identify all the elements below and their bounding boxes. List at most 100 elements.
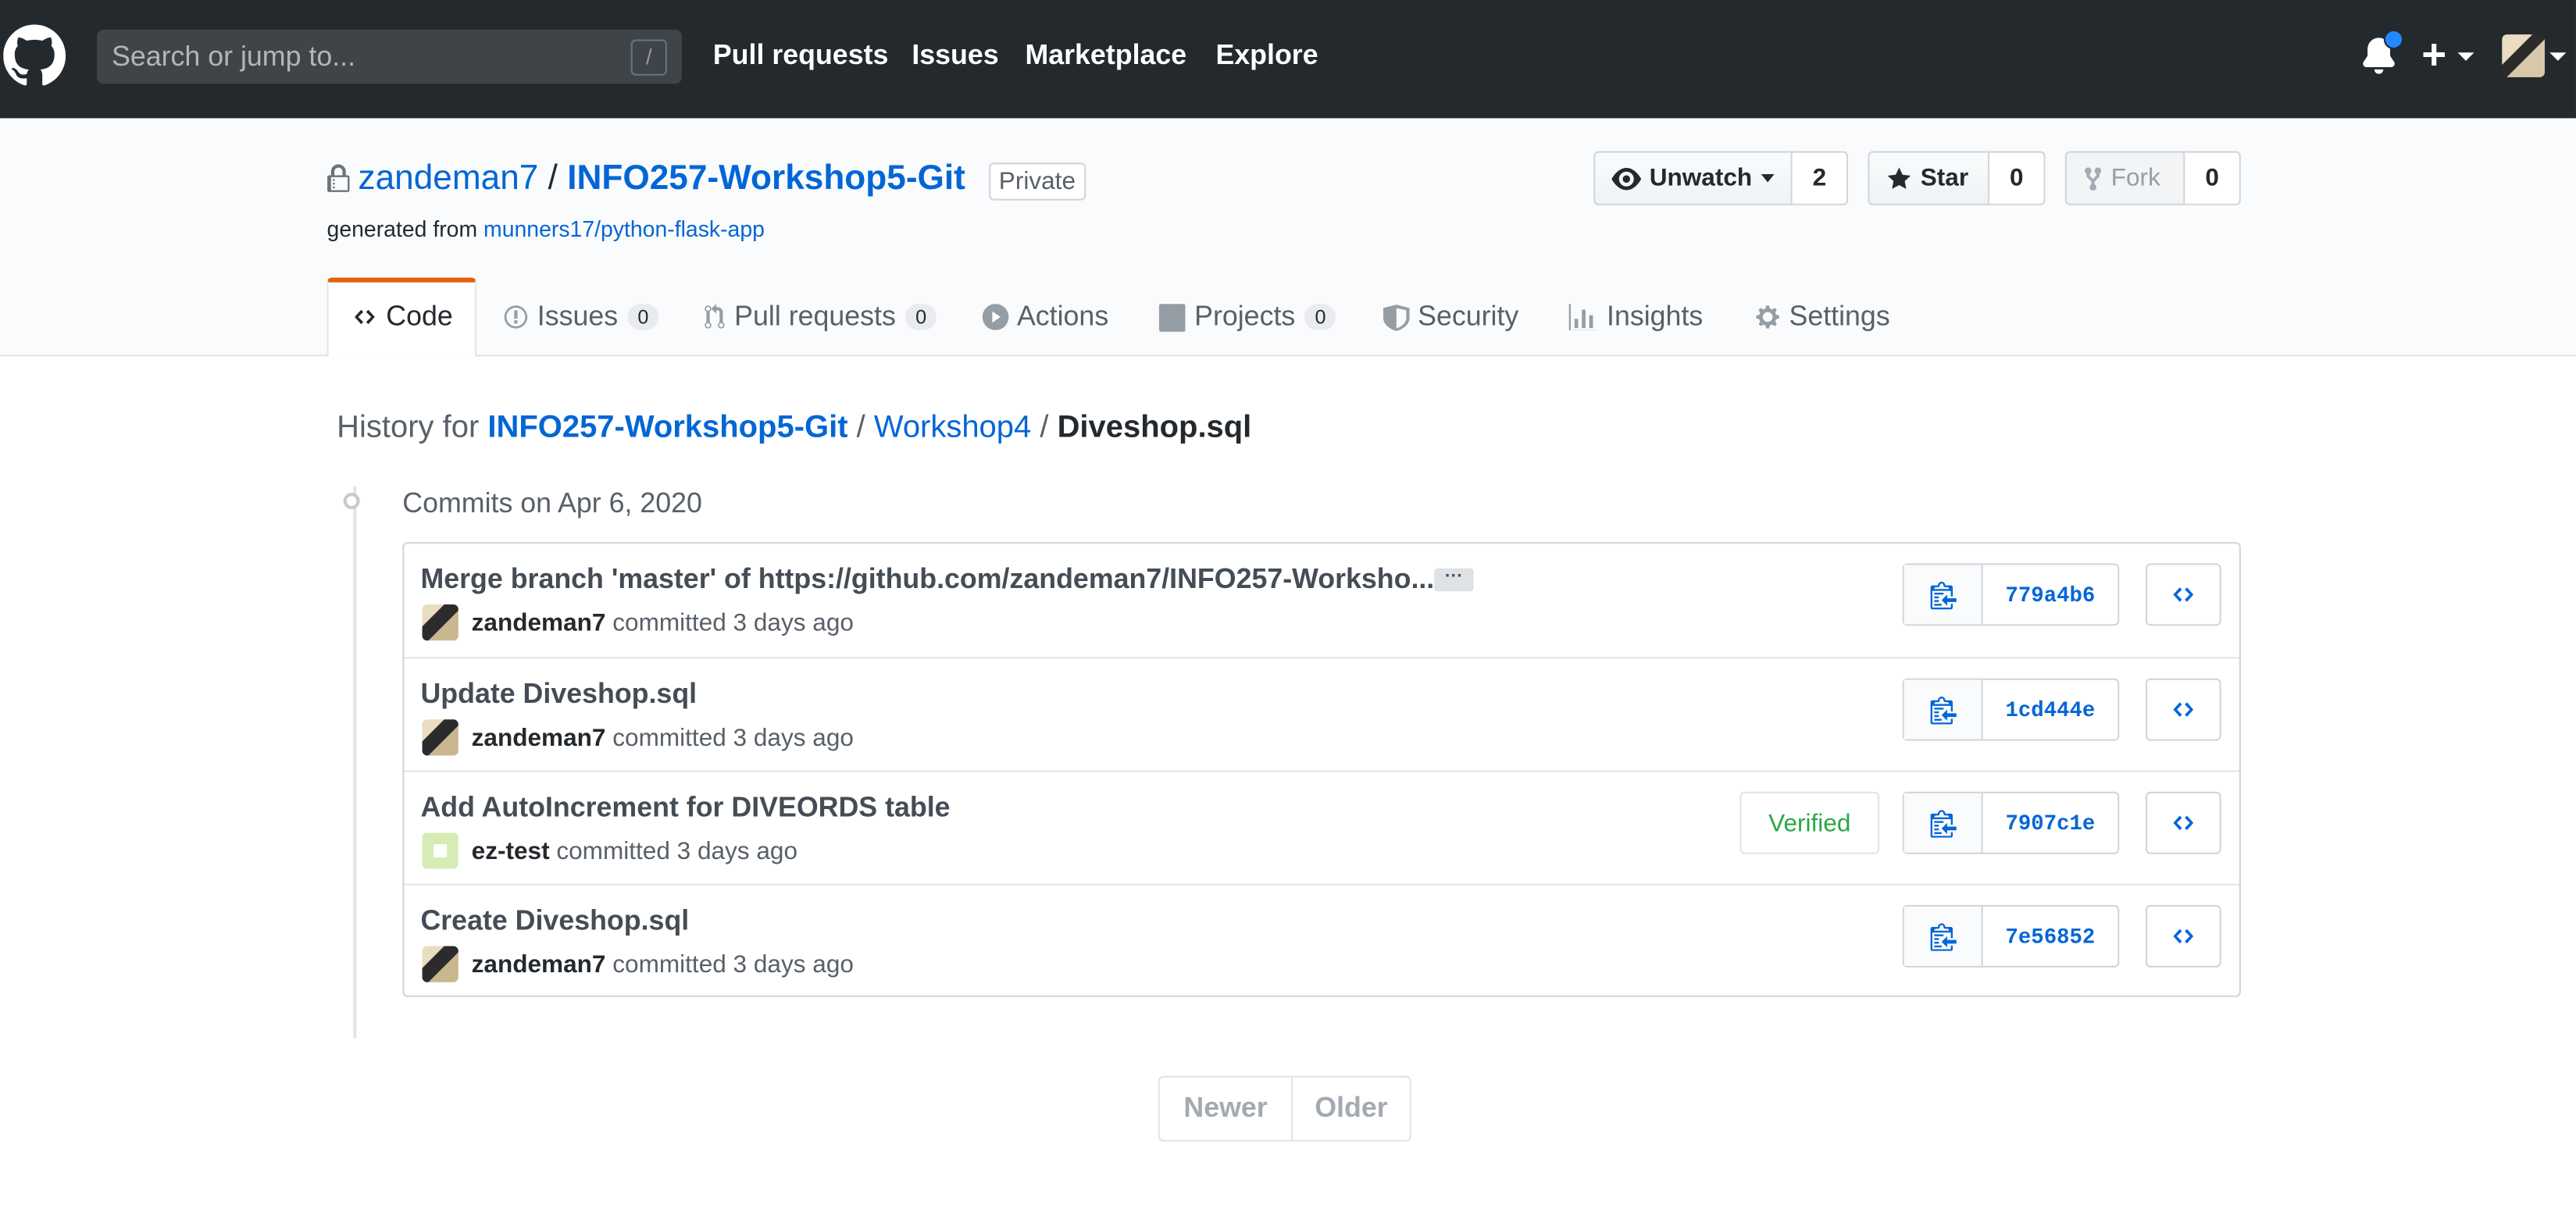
template-repo-link[interactable]: munners17/python-flask-app [483, 217, 765, 242]
tab-code[interactable]: Code [351, 280, 453, 355]
commit-action: committed 3 days ago [612, 724, 854, 753]
forks-count[interactable]: 0 [2185, 151, 2241, 205]
tab-code-label: Code [386, 300, 453, 332]
repo-name-link[interactable]: INFO257-Workshop5-Git [567, 159, 965, 197]
tab-issues-label: Issues [537, 300, 619, 332]
copy-sha-button[interactable] [1903, 679, 1983, 740]
commit-author[interactable]: zandeman7 [472, 725, 606, 753]
nav-marketplace[interactable]: Marketplace [1025, 39, 1186, 72]
user-avatar[interactable] [2502, 34, 2546, 77]
commit-meta: zandeman7 committed 3 days ago [472, 725, 854, 753]
unwatch-label: Unwatch [1649, 164, 1753, 193]
tab-actions-label: Actions [1016, 300, 1109, 332]
commit-author[interactable]: zandeman7 [472, 951, 606, 979]
commit-sha-link[interactable]: 7e56852 [1983, 907, 2118, 966]
browse-repo-at-commit-button[interactable] [2145, 904, 2221, 968]
unread-notification-dot [2383, 29, 2404, 50]
browse-repo-at-commit-button[interactable] [2145, 791, 2221, 854]
breadcrumb-folder-link[interactable]: Workshop4 [874, 411, 1031, 445]
tab-issues[interactable]: Issues 0 [503, 280, 659, 355]
stargazers-count[interactable]: 0 [1989, 151, 2046, 205]
clippy-icon [1929, 923, 1956, 951]
commit-row: Update Diveshop.sql zandeman7 committed … [404, 657, 2239, 770]
star-button-group: Star 0 [1868, 151, 2046, 205]
history-breadcrumb: History for INFO257-Workshop5-Git / Work… [337, 411, 1251, 447]
nav-pull-requests[interactable]: Pull requests [713, 39, 889, 72]
tab-pull-requests-label: Pull requests [734, 300, 896, 332]
sha-button-group: 1cd444e [1902, 678, 2120, 741]
author-avatar[interactable] [422, 719, 458, 756]
pull-requests-count: 0 [905, 304, 937, 330]
commit-message[interactable]: Update Diveshop.sql [420, 679, 697, 711]
private-label: Private [989, 162, 1086, 201]
commit-action: committed 3 days ago [612, 950, 854, 979]
repo-owner-link[interactable]: zandeman7 [359, 159, 539, 197]
pull-request-icon [705, 304, 725, 329]
shield-icon [1383, 304, 1410, 330]
commit-list: Merge branch 'master' of https://github.… [402, 542, 2241, 997]
author-avatar[interactable] [422, 946, 458, 982]
tab-projects[interactable]: Projects 0 [1158, 280, 1336, 355]
unwatch-caret-icon [1760, 173, 1774, 183]
watch-button-group: Unwatch 2 [1593, 151, 1849, 205]
copy-sha-button[interactable] [1903, 565, 1983, 625]
global-header: Search or jump to... / Pull requests Iss… [0, 0, 2576, 119]
repo-title: zandeman7 / INFO257-Workshop5-Git [359, 159, 965, 198]
commit-row: Merge branch 'master' of https://github.… [404, 544, 2239, 655]
tab-settings[interactable]: Settings [1754, 280, 1890, 355]
commit-timeline-line [353, 486, 357, 1039]
browse-repo-at-commit-button[interactable] [2145, 563, 2221, 626]
commit-meta: ez-test committed 3 days ago [472, 838, 797, 866]
star-button[interactable]: Star [1868, 151, 1990, 205]
fork-icon [2085, 166, 2102, 190]
tab-security[interactable]: Security [1383, 280, 1518, 355]
commit-sha-link[interactable]: 1cd444e [1983, 680, 2118, 740]
commit-sha-link[interactable]: 779a4b6 [1983, 565, 2118, 625]
copy-sha-button[interactable] [1903, 793, 1983, 853]
commit-action: committed 3 days ago [612, 609, 854, 638]
breadcrumb-repo-link[interactable]: INFO257-Workshop5-Git [487, 411, 847, 445]
sha-button-group: 779a4b6 [1902, 563, 2120, 626]
nav-explore[interactable]: Explore [1215, 39, 1318, 72]
fork-button[interactable]: Fork [2064, 151, 2185, 205]
nav-issues[interactable]: Issues [912, 39, 998, 72]
browse-repo-at-commit-button[interactable] [2145, 678, 2221, 741]
create-new-caret-icon [2457, 52, 2474, 61]
repository-header: zandeman7 / INFO257-Workshop5-Git Privat… [0, 118, 2576, 357]
lock-icon [327, 164, 350, 192]
tab-insights[interactable]: Insights [1568, 280, 1703, 355]
commit-row: Create Diveshop.sql zandeman7 committed … [404, 883, 2239, 997]
commit-message[interactable]: Create Diveshop.sql [420, 905, 689, 938]
code-icon [2173, 929, 2194, 944]
graph-icon [1568, 304, 1599, 330]
search-input[interactable]: Search or jump to... / [97, 29, 682, 84]
copy-sha-button[interactable] [1903, 907, 1983, 966]
watchers-count[interactable]: 2 [1792, 151, 1849, 205]
tab-actions[interactable]: Actions [982, 280, 1109, 355]
generated-from: generated from munners17/python-flask-ap… [327, 217, 765, 242]
newer-button[interactable]: Newer [1160, 1077, 1293, 1140]
older-button[interactable]: Older [1293, 1078, 1409, 1140]
verified-badge[interactable]: Verified [1739, 791, 1880, 854]
commit-sha-link[interactable]: 7907c1e [1983, 793, 2118, 853]
commit-author[interactable]: ez-test [472, 838, 550, 866]
code-icon [2173, 587, 2194, 602]
commit-author[interactable]: zandeman7 [472, 609, 606, 637]
breadcrumb-separator: / [1040, 410, 1049, 445]
commit-message[interactable]: Add AutoIncrement for DIVEORDS table [420, 792, 950, 825]
generated-from-prefix: generated from [326, 216, 478, 242]
sha-button-group: 7907c1e [1902, 791, 2120, 854]
create-new-plus-icon[interactable]: + [2421, 30, 2446, 80]
breadcrumb-separator: / [856, 410, 865, 445]
author-avatar[interactable] [422, 604, 458, 641]
commit-row: Add AutoIncrement for DIVEORDS table ez-… [404, 770, 2239, 883]
tab-settings-label: Settings [1789, 300, 1890, 332]
tab-pull-requests[interactable]: Pull requests 0 [703, 280, 937, 355]
github-logo-icon[interactable] [3, 24, 66, 87]
sha-button-group: 7e56852 [1902, 904, 2120, 968]
unwatch-button[interactable]: Unwatch [1593, 151, 1793, 205]
commit-meta: zandeman7 committed 3 days ago [472, 609, 854, 637]
author-identicon-avatar[interactable] [422, 832, 458, 869]
expand-message-button[interactable]: ··· [1434, 568, 1474, 592]
commit-message[interactable]: Merge branch 'master' of https://github.… [420, 563, 1434, 596]
